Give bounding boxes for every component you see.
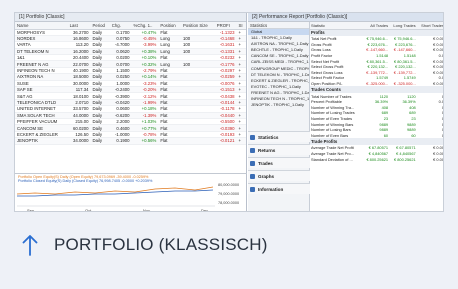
- table-cell: 34.0000: [67, 137, 91, 145]
- stat-value: € 80,361.5...: [366, 58, 389, 64]
- x-tick-label: Oct: [85, 208, 92, 212]
- open-equity-line: [16, 186, 214, 195]
- stat-label: Number of Losing Trades: [311, 110, 355, 116]
- table-cell: JENOPTIK: [15, 137, 68, 145]
- stat-value: € 800.25621: [394, 156, 416, 162]
- stats-section-row: Profits: [310, 29, 443, 36]
- stat-value: € 80,361.5...: [394, 58, 416, 64]
- stat-value: € -325.000...: [366, 81, 389, 87]
- nav-section-statistics[interactable]: Statistics: [248, 131, 310, 142]
- statistics-panel: Statistic All Trades Long Trades Short Trad…: [310, 22, 444, 211]
- section-label: Returns: [258, 148, 276, 153]
- stat-value: € -139,772...: [393, 69, 416, 75]
- section-label: Information: [258, 187, 284, 192]
- stat-value: € -325.000...: [393, 81, 416, 87]
- stat-label: Number of Winning Tra...: [311, 104, 355, 110]
- section-icon: [250, 174, 255, 179]
- x-tick-label: Sep: [27, 208, 35, 212]
- performance-report-window: [2] Performance Report [Portfolio (Class…: [248, 13, 444, 211]
- nav-section-graphs[interactable]: Graphs: [248, 170, 310, 181]
- table-cell: [180, 137, 215, 145]
- section-label: Statistics: [258, 135, 279, 140]
- stat-value: € -147,660...: [393, 47, 416, 53]
- column-header[interactable]: Position: [158, 22, 181, 30]
- nav-item[interactable]: CARL ZEISS MEDI - TROPHC_1.D...: [248, 59, 309, 65]
- column-header[interactable]: %Chg. 1..: [131, 22, 159, 30]
- stat-value: € -147,660...: [366, 47, 389, 53]
- equity-chart-svg: Sep Oct Nov Dec 80,000.0000 79,000.0000 78,000…: [16, 183, 239, 212]
- stats-column-header[interactable]: Short Trades: [416, 22, 443, 30]
- table-row[interactable]: JENOPTIK 34.0000 Daily 0.1900 +0.56% Flat -0.0…: [15, 137, 246, 145]
- table-cell: +: [236, 137, 246, 145]
- column-header[interactable]: Period: [90, 22, 110, 30]
- help-card: [1] Portfolio [Classic] Name Last Period Ch…: [0, 0, 458, 289]
- table-cell: Daily: [90, 137, 110, 145]
- stat-value: € 75,946.6...: [366, 36, 389, 42]
- stats-section-row: Trades Counts: [310, 86, 443, 94]
- stat-value: € 800.25621: [366, 156, 389, 162]
- stats-section-label: Trades Counts: [310, 86, 443, 94]
- stat-value: € 0.00: [433, 156, 444, 162]
- stats-section-row: Trade Profits: [310, 138, 443, 146]
- x-tick-label: Nov: [143, 208, 150, 212]
- table-cell: 0.1900: [109, 137, 132, 145]
- portfolio-window: [1] Portfolio [Classic] Name Last Period Ch…: [15, 13, 247, 212]
- section-icon: [250, 148, 255, 153]
- y-tick-label: 79,000.0000: [218, 192, 239, 196]
- nav-section-returns[interactable]: Returns: [248, 144, 310, 155]
- section-icon: [250, 187, 255, 192]
- nav-section-trades[interactable]: Trades: [248, 157, 310, 168]
- nav-item[interactable]: DT TELEKOM N - TROPHC_1.Daily: [248, 72, 309, 78]
- column-header[interactable]: Chg.: [109, 22, 132, 30]
- stats-section-label: Trade Profits: [310, 138, 443, 146]
- y-tick-label: 78,000.0000: [218, 201, 239, 205]
- nav-item[interactable]: ECKERT & ZIEGLER - TROPHC_1...: [248, 78, 309, 84]
- column-header[interactable]: Position Size: [180, 22, 215, 30]
- section-label: Trades: [258, 161, 273, 166]
- table-cell: Flat: [158, 137, 181, 145]
- statistics-table: Statistic All Trades Long Trades Short Trad…: [310, 22, 444, 162]
- stats-section-label: Profits: [310, 29, 443, 36]
- nav-item[interactable]: JENOPTIK - TROPHC_1.Daily: [248, 102, 309, 108]
- arrow-up-icon[interactable]: [22, 234, 38, 256]
- table-cell: -0.0121: [214, 137, 237, 145]
- nav-item[interactable]: COMPUGROUP MEDIC - TROPHC...: [248, 66, 309, 72]
- x-tick-label: Dec: [201, 208, 208, 212]
- y-tick-label: 80,000.0000: [218, 183, 239, 187]
- column-header[interactable]: Last: [67, 22, 91, 30]
- stat-value: € -139,772...: [366, 69, 389, 75]
- screenshot-thumbnail[interactable]: [1] Portfolio [Classic] Name Last Period Ch…: [14, 12, 444, 212]
- portfolio-table: Name Last Period Chg. %Chg. 1.. Position Posit…: [15, 22, 246, 145]
- caption-title: PORTFOLIO (KLASSISCH): [54, 235, 268, 254]
- nav-header: Statistics: [248, 22, 309, 29]
- section-icon: [250, 135, 255, 140]
- caption[interactable]: PORTFOLIO (KLASSISCH): [22, 229, 268, 261]
- stat-value: € 75,946.6...: [394, 36, 416, 42]
- stats-column-header[interactable]: Long Trades: [389, 22, 417, 30]
- nav-section-information[interactable]: Information: [248, 183, 310, 194]
- column-header[interactable]: PROFI: [214, 22, 237, 30]
- column-header[interactable]: Name: [15, 22, 68, 30]
- portfolio-window-title: [1] Portfolio [Classic]: [15, 13, 246, 22]
- equity-chart: Portfolio Open Equity(S) Daily (Open Equ…: [15, 173, 247, 212]
- section-icon: [250, 161, 255, 166]
- stats-column-header[interactable]: Statistic: [310, 22, 362, 30]
- stats-column-header[interactable]: All Trades: [361, 22, 390, 30]
- column-header[interactable]: SI: [236, 22, 246, 30]
- stats-row: Standard Deviation of ... € 800.25621 € 80…: [310, 156, 444, 162]
- stat-label: Standard Deviation of ...: [311, 156, 353, 162]
- section-label: Graphs: [258, 174, 275, 179]
- performance-window-title: [2] Performance Report [Portfolio (Class…: [248, 13, 443, 22]
- table-cell: +0.56%: [131, 137, 159, 145]
- report-navigation: Statistics Global 1&1 - TROPHC_1.Daily AIX…: [248, 22, 310, 211]
